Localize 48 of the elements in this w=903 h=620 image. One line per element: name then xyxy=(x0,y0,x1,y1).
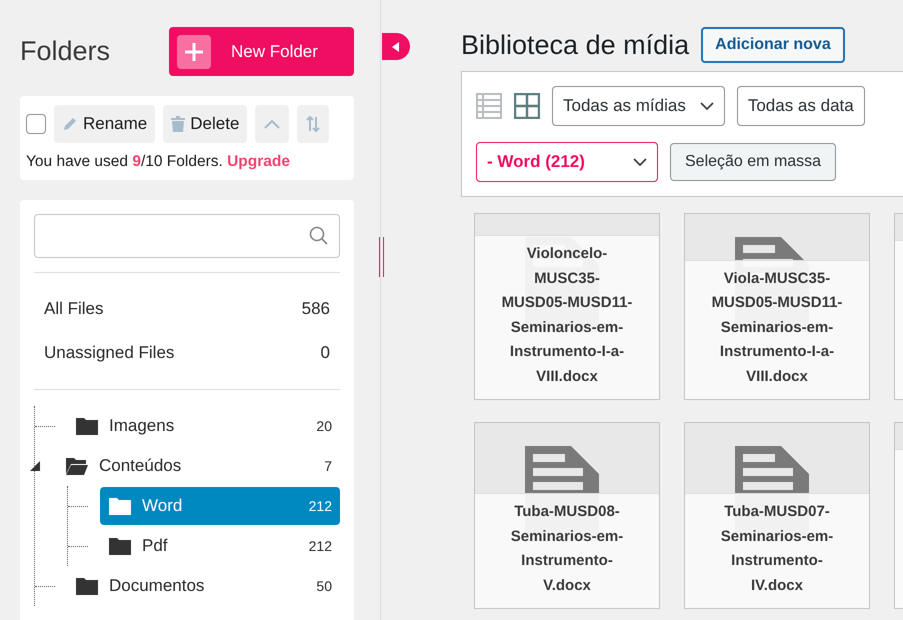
grid-view-icon[interactable] xyxy=(514,93,540,119)
usage-text: You have used 9/10 Folders. xyxy=(26,153,223,170)
media-filter-dropdown[interactable]: Todas as data xyxy=(736,86,865,126)
chevron-down-icon xyxy=(700,102,714,110)
folder-filter-item[interactable]: Unassigned Files 0 xyxy=(34,331,340,375)
folder-item[interactable]: Pdf 212 xyxy=(100,527,340,565)
sort-icon xyxy=(305,115,322,133)
folder-item[interactable]: Documentos 50 xyxy=(67,567,340,605)
folder-item[interactable]: Imagens 20 xyxy=(67,407,340,445)
file-tile[interactable]: Viola-MUSC35- MUSD05-MUSD11- Seminarios-em- Instrumento-I-a- VIII.docx xyxy=(684,213,870,400)
folder-icon xyxy=(108,496,132,516)
resize-handle[interactable] xyxy=(379,237,384,277)
trash-icon xyxy=(171,116,186,132)
file-name: Tuba-MUSD07- Seminarios-em- Instrumento- IV.docx xyxy=(685,493,869,608)
collapse-sidebar-button[interactable] xyxy=(382,33,410,60)
page-title: Biblioteca de mídia xyxy=(461,30,690,60)
rename-button[interactable]: Rename xyxy=(54,105,156,143)
sort-button[interactable] xyxy=(297,105,330,143)
bulk-select-button[interactable]: Seleção em massa xyxy=(670,143,836,181)
panel-title: Folders xyxy=(20,36,110,67)
folder-filter-dropdown[interactable]: - Word (212) xyxy=(476,142,658,182)
folder-item[interactable]: Conteúdos 7 xyxy=(57,447,340,485)
delete-button[interactable]: Delete xyxy=(163,105,248,143)
file-name: Viola-MUSC35- MUSD05-MUSD11- Seminarios-em- Instrumento-I-a- VIII.docx xyxy=(685,260,869,399)
search-icon xyxy=(309,226,329,246)
file-tile[interactable]: Tuba-MUSD07- Seminarios-em- Instrumento- IV.docx xyxy=(684,422,870,609)
new-folder-button[interactable]: New Folder xyxy=(169,27,354,76)
upgrade-link[interactable]: Upgrade xyxy=(227,153,290,170)
open-folder-icon xyxy=(65,456,89,476)
select-all-checkbox[interactable] xyxy=(26,114,46,134)
pencil-icon xyxy=(62,116,78,132)
expand-arrow-icon[interactable] xyxy=(30,461,40,471)
search-field[interactable] xyxy=(34,214,340,258)
list-view-icon[interactable] xyxy=(476,93,502,119)
file-tile[interactable]: Tuba-MUSD08- Seminarios-em- Instrumento- V.docx xyxy=(474,422,660,609)
folder-icon xyxy=(75,416,99,436)
folder-icon xyxy=(75,576,99,596)
media-filter-dropdown[interactable]: Todas as mídias xyxy=(552,86,725,126)
add-new-button[interactable]: Adicionar nova xyxy=(701,27,845,63)
chevron-down-icon xyxy=(633,158,647,166)
triangle-left-icon xyxy=(392,42,400,52)
folder-filter-item[interactable]: All Files 586 xyxy=(34,287,340,331)
collapse-button[interactable] xyxy=(255,105,290,143)
folder-item[interactable]: Word 212 xyxy=(100,487,340,525)
folder-icon xyxy=(108,536,132,556)
file-name: Tuba-MUSD08- Seminarios-em- Instrumento- V.docx xyxy=(475,493,659,608)
chevron-up-icon xyxy=(263,118,282,130)
plus-icon xyxy=(177,34,211,68)
